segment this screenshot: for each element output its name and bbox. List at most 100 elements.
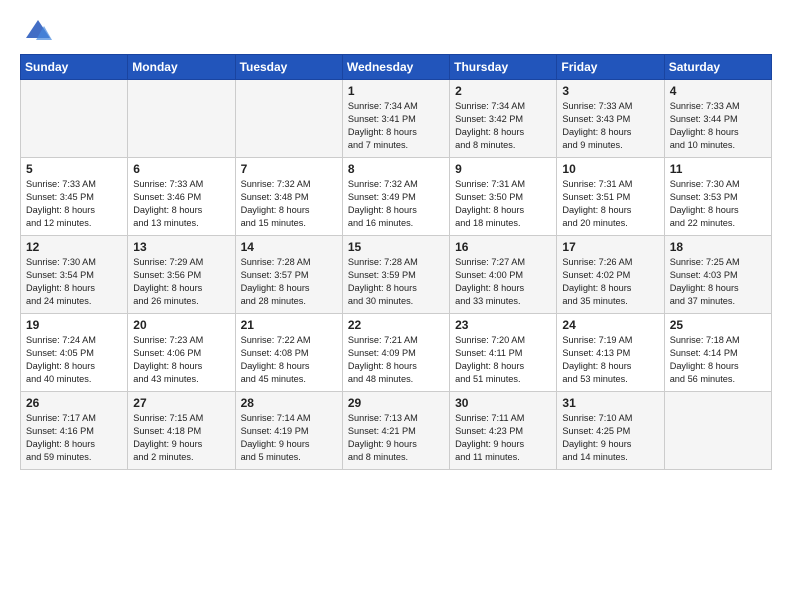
day-number: 16	[455, 240, 551, 254]
calendar-table: SundayMondayTuesdayWednesdayThursdayFrid…	[20, 54, 772, 470]
logo	[20, 16, 52, 44]
day-number: 30	[455, 396, 551, 410]
day-number: 17	[562, 240, 658, 254]
day-number: 14	[241, 240, 337, 254]
day-info: Sunrise: 7:31 AM Sunset: 3:51 PM Dayligh…	[562, 178, 658, 230]
day-info: Sunrise: 7:24 AM Sunset: 4:05 PM Dayligh…	[26, 334, 122, 386]
day-number: 27	[133, 396, 229, 410]
week-row-1: 1 Sunrise: 7:34 AM Sunset: 3:41 PM Daylig…	[21, 80, 772, 158]
day-cell: 5 Sunrise: 7:33 AM Sunset: 3:45 PM Daylig…	[21, 158, 128, 236]
day-cell: 2 Sunrise: 7:34 AM Sunset: 3:42 PM Daylig…	[450, 80, 557, 158]
day-cell	[235, 80, 342, 158]
day-info: Sunrise: 7:19 AM Sunset: 4:13 PM Dayligh…	[562, 334, 658, 386]
day-info: Sunrise: 7:28 AM Sunset: 3:59 PM Dayligh…	[348, 256, 444, 308]
day-number: 5	[26, 162, 122, 176]
day-cell: 27 Sunrise: 7:15 AM Sunset: 4:18 PM Dayli…	[128, 392, 235, 470]
day-cell: 29 Sunrise: 7:13 AM Sunset: 4:21 PM Dayli…	[342, 392, 449, 470]
day-cell: 16 Sunrise: 7:27 AM Sunset: 4:00 PM Dayli…	[450, 236, 557, 314]
day-number: 8	[348, 162, 444, 176]
day-info: Sunrise: 7:22 AM Sunset: 4:08 PM Dayligh…	[241, 334, 337, 386]
col-header-sunday: Sunday	[21, 55, 128, 80]
day-info: Sunrise: 7:34 AM Sunset: 3:42 PM Dayligh…	[455, 100, 551, 152]
day-number: 20	[133, 318, 229, 332]
day-number: 28	[241, 396, 337, 410]
col-header-wednesday: Wednesday	[342, 55, 449, 80]
day-info: Sunrise: 7:33 AM Sunset: 3:46 PM Dayligh…	[133, 178, 229, 230]
day-cell: 10 Sunrise: 7:31 AM Sunset: 3:51 PM Dayli…	[557, 158, 664, 236]
day-number: 1	[348, 84, 444, 98]
day-cell: 3 Sunrise: 7:33 AM Sunset: 3:43 PM Daylig…	[557, 80, 664, 158]
day-cell: 1 Sunrise: 7:34 AM Sunset: 3:41 PM Daylig…	[342, 80, 449, 158]
day-info: Sunrise: 7:13 AM Sunset: 4:21 PM Dayligh…	[348, 412, 444, 464]
day-info: Sunrise: 7:34 AM Sunset: 3:41 PM Dayligh…	[348, 100, 444, 152]
day-cell: 8 Sunrise: 7:32 AM Sunset: 3:49 PM Daylig…	[342, 158, 449, 236]
day-cell	[664, 392, 771, 470]
day-cell: 12 Sunrise: 7:30 AM Sunset: 3:54 PM Dayli…	[21, 236, 128, 314]
day-number: 13	[133, 240, 229, 254]
day-info: Sunrise: 7:27 AM Sunset: 4:00 PM Dayligh…	[455, 256, 551, 308]
day-number: 4	[670, 84, 766, 98]
logo-icon	[24, 16, 52, 44]
day-cell: 14 Sunrise: 7:28 AM Sunset: 3:57 PM Dayli…	[235, 236, 342, 314]
day-number: 11	[670, 162, 766, 176]
col-header-friday: Friday	[557, 55, 664, 80]
day-cell: 23 Sunrise: 7:20 AM Sunset: 4:11 PM Dayli…	[450, 314, 557, 392]
day-cell: 21 Sunrise: 7:22 AM Sunset: 4:08 PM Dayli…	[235, 314, 342, 392]
col-header-thursday: Thursday	[450, 55, 557, 80]
day-info: Sunrise: 7:10 AM Sunset: 4:25 PM Dayligh…	[562, 412, 658, 464]
day-number: 29	[348, 396, 444, 410]
day-number: 3	[562, 84, 658, 98]
day-info: Sunrise: 7:14 AM Sunset: 4:19 PM Dayligh…	[241, 412, 337, 464]
day-number: 23	[455, 318, 551, 332]
day-number: 26	[26, 396, 122, 410]
day-info: Sunrise: 7:32 AM Sunset: 3:48 PM Dayligh…	[241, 178, 337, 230]
day-info: Sunrise: 7:30 AM Sunset: 3:54 PM Dayligh…	[26, 256, 122, 308]
day-cell: 24Sunrise: 7:19 AM Sunset: 4:13 PM Dayli…	[557, 314, 664, 392]
day-info: Sunrise: 7:32 AM Sunset: 3:49 PM Dayligh…	[348, 178, 444, 230]
day-info: Sunrise: 7:28 AM Sunset: 3:57 PM Dayligh…	[241, 256, 337, 308]
day-cell: 11Sunrise: 7:30 AM Sunset: 3:53 PM Dayli…	[664, 158, 771, 236]
col-header-saturday: Saturday	[664, 55, 771, 80]
week-row-4: 19 Sunrise: 7:24 AM Sunset: 4:05 PM Dayli…	[21, 314, 772, 392]
day-cell: 26 Sunrise: 7:17 AM Sunset: 4:16 PM Dayli…	[21, 392, 128, 470]
day-number: 25	[670, 318, 766, 332]
day-number: 9	[455, 162, 551, 176]
day-cell: 4 Sunrise: 7:33 AM Sunset: 3:44 PM Daylig…	[664, 80, 771, 158]
day-number: 2	[455, 84, 551, 98]
day-number: 19	[26, 318, 122, 332]
week-row-3: 12 Sunrise: 7:30 AM Sunset: 3:54 PM Dayli…	[21, 236, 772, 314]
day-info: Sunrise: 7:25 AM Sunset: 4:03 PM Dayligh…	[670, 256, 766, 308]
day-info: Sunrise: 7:20 AM Sunset: 4:11 PM Dayligh…	[455, 334, 551, 386]
day-info: Sunrise: 7:33 AM Sunset: 3:44 PM Dayligh…	[670, 100, 766, 152]
day-info: Sunrise: 7:33 AM Sunset: 3:43 PM Dayligh…	[562, 100, 658, 152]
day-number: 12	[26, 240, 122, 254]
day-info: Sunrise: 7:18 AM Sunset: 4:14 PM Dayligh…	[670, 334, 766, 386]
day-cell: 7Sunrise: 7:32 AM Sunset: 3:48 PM Daylig…	[235, 158, 342, 236]
day-number: 6	[133, 162, 229, 176]
day-cell: 9Sunrise: 7:31 AM Sunset: 3:50 PM Daylig…	[450, 158, 557, 236]
header	[20, 16, 772, 44]
week-row-2: 5 Sunrise: 7:33 AM Sunset: 3:45 PM Daylig…	[21, 158, 772, 236]
day-number: 21	[241, 318, 337, 332]
col-header-tuesday: Tuesday	[235, 55, 342, 80]
day-number: 15	[348, 240, 444, 254]
day-cell: 15 Sunrise: 7:28 AM Sunset: 3:59 PM Dayli…	[342, 236, 449, 314]
day-info: Sunrise: 7:29 AM Sunset: 3:56 PM Dayligh…	[133, 256, 229, 308]
col-header-monday: Monday	[128, 55, 235, 80]
header-row: SundayMondayTuesdayWednesdayThursdayFrid…	[21, 55, 772, 80]
day-info: Sunrise: 7:33 AM Sunset: 3:45 PM Dayligh…	[26, 178, 122, 230]
day-cell: 6 Sunrise: 7:33 AM Sunset: 3:46 PM Daylig…	[128, 158, 235, 236]
day-number: 10	[562, 162, 658, 176]
day-info: Sunrise: 7:15 AM Sunset: 4:18 PM Dayligh…	[133, 412, 229, 464]
day-number: 22	[348, 318, 444, 332]
day-cell: 20 Sunrise: 7:23 AM Sunset: 4:06 PM Dayli…	[128, 314, 235, 392]
day-info: Sunrise: 7:17 AM Sunset: 4:16 PM Dayligh…	[26, 412, 122, 464]
day-cell: 31Sunrise: 7:10 AM Sunset: 4:25 PM Dayli…	[557, 392, 664, 470]
day-cell: 17Sunrise: 7:26 AM Sunset: 4:02 PM Dayli…	[557, 236, 664, 314]
day-cell: 18Sunrise: 7:25 AM Sunset: 4:03 PM Dayli…	[664, 236, 771, 314]
day-cell: 28 Sunrise: 7:14 AM Sunset: 4:19 PM Dayli…	[235, 392, 342, 470]
day-cell: 25 Sunrise: 7:18 AM Sunset: 4:14 PM Dayli…	[664, 314, 771, 392]
day-cell: 30Sunrise: 7:11 AM Sunset: 4:23 PM Dayli…	[450, 392, 557, 470]
day-info: Sunrise: 7:23 AM Sunset: 4:06 PM Dayligh…	[133, 334, 229, 386]
day-cell	[21, 80, 128, 158]
